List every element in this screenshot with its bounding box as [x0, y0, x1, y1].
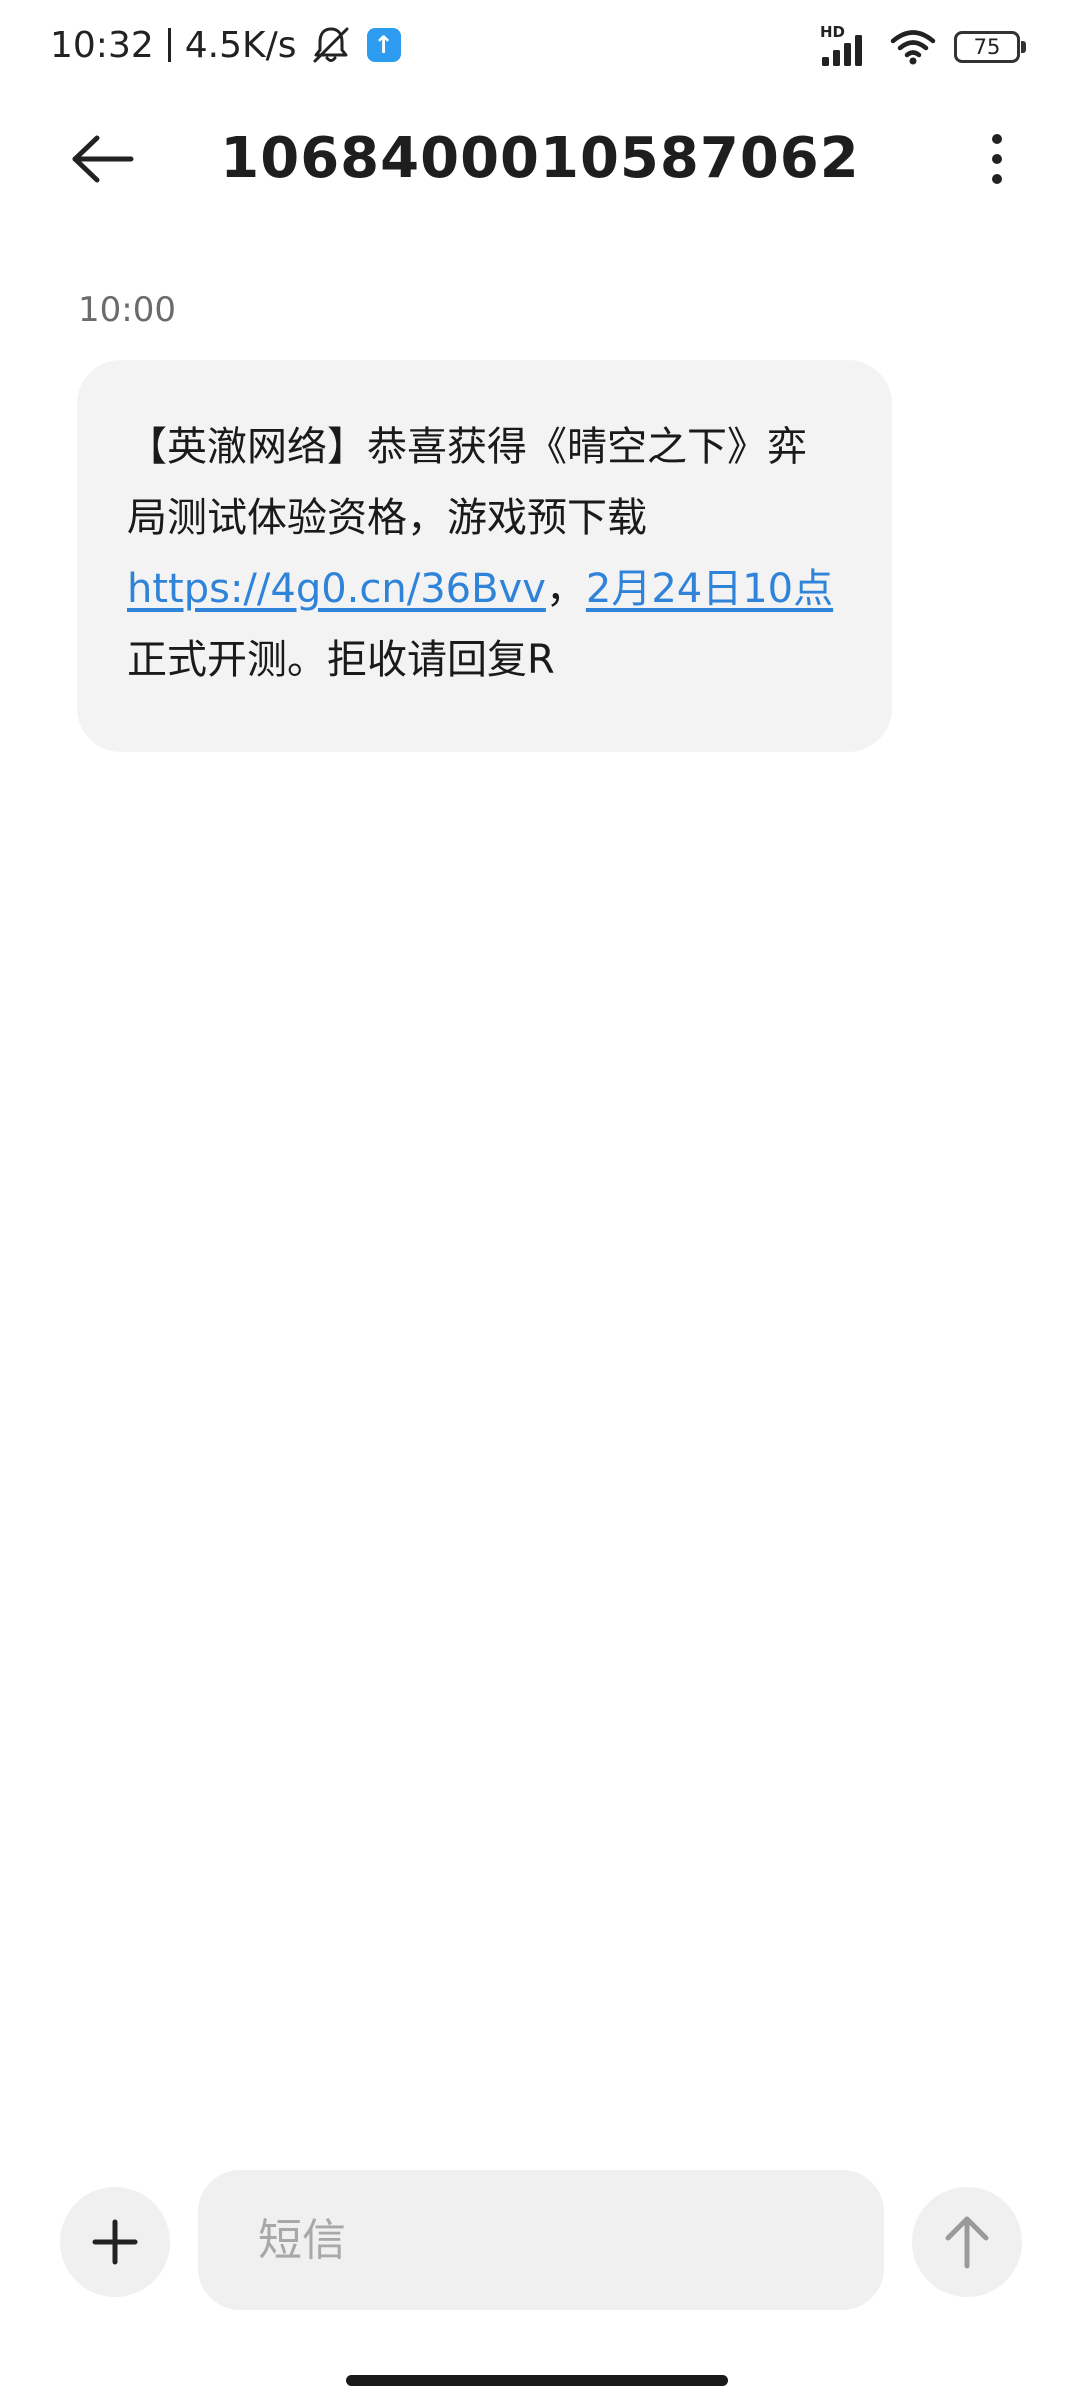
battery-level: 75 [973, 35, 1001, 59]
send-button[interactable] [912, 2187, 1022, 2297]
message-link-url[interactable]: https://4g0.cn/36Bvv [127, 566, 546, 612]
home-indicator[interactable] [346, 2375, 728, 2386]
contact-number-title: 1068400010587062 [220, 126, 860, 191]
wifi-icon [890, 30, 936, 65]
upload-icon: ↑ [366, 28, 401, 62]
message-link-date[interactable]: 2月24日10点 [586, 566, 833, 612]
signal-icon: HD [820, 23, 872, 67]
more-options-button[interactable] [958, 120, 1036, 198]
bell-muted-icon [313, 27, 348, 63]
message-bubble[interactable]: 【英澈网络】恭喜获得《晴空之下》弈局测试体验资格，游戏预下载 https://4g… [77, 360, 892, 752]
arrow-left-icon [72, 135, 134, 183]
message-timestamp: 10:00 [78, 290, 176, 330]
back-button[interactable] [64, 120, 142, 198]
status-right: HD 75 [820, 23, 1026, 70]
message-input[interactable] [198, 2170, 884, 2310]
status-separator [167, 28, 171, 62]
arrow-up-icon [945, 2216, 989, 2269]
status-bar: 10:32 4.5K/s ↑ HD 75 [0, 0, 1080, 92]
status-time: 10:32 [50, 24, 154, 66]
add-attachment-button[interactable] [60, 2187, 170, 2297]
conversation-header: 1068400010587062 [0, 92, 1080, 222]
message-text-part2: 正式开测。拒收请回复R [127, 637, 555, 683]
status-net-speed: 4.5K/s [184, 24, 297, 66]
more-vertical-icon [992, 134, 1002, 184]
plus-icon [92, 2219, 138, 2265]
status-left: 10:32 4.5K/s ↑ [50, 22, 401, 68]
message-comma: ， [545, 566, 586, 612]
battery-icon: 75 [954, 31, 1026, 63]
message-text-part1: 【英澈网络】恭喜获得《晴空之下》弈局测试体验资格，游戏预下载 [127, 424, 807, 541]
